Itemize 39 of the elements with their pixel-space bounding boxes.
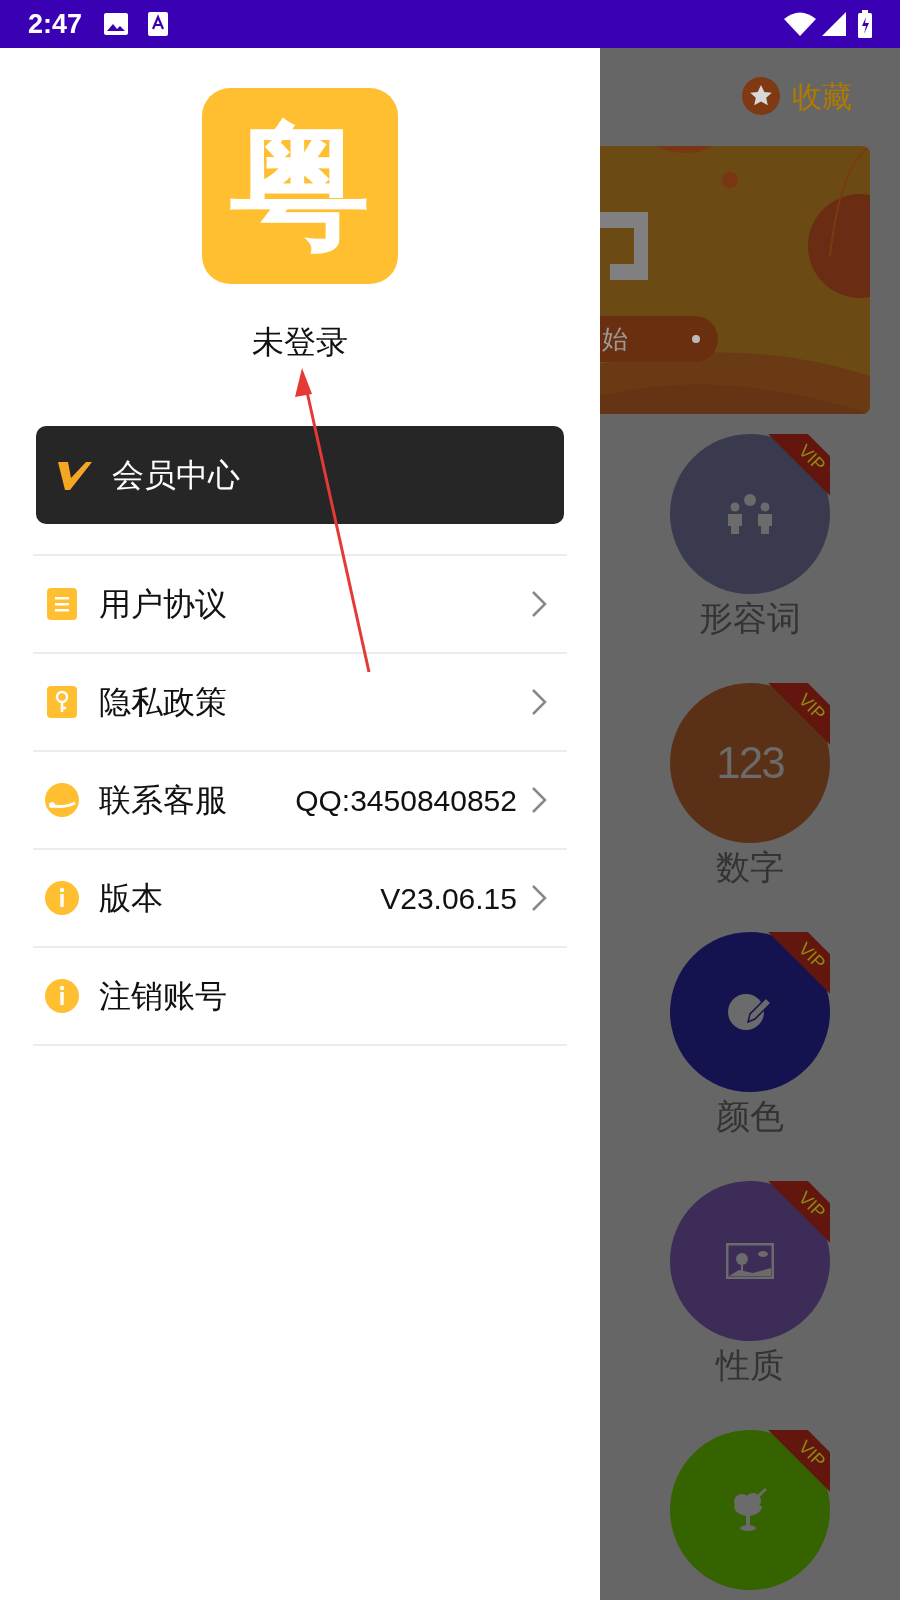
info-icon <box>45 881 79 915</box>
key-icon <box>47 686 77 718</box>
vip-ribbon: VIP <box>768 434 830 496</box>
people-talking-icon <box>726 494 774 534</box>
document-icon <box>47 588 77 620</box>
wifi-icon <box>784 12 816 36</box>
menu-item-label: 用户协议 <box>99 585 227 624</box>
vip-ribbon: VIP <box>768 683 830 745</box>
battery-icon <box>858 10 872 38</box>
image-notification-icon <box>104 13 129 35</box>
menu-item-label: 隐私政策 <box>99 683 227 722</box>
chevron-right-icon <box>531 884 547 912</box>
status-time: 2:47 <box>28 7 83 41</box>
member-center-button[interactable]: 会员中心 <box>36 426 564 524</box>
signal-icon <box>822 12 846 36</box>
menu-item-label: 联系客服 <box>99 781 227 820</box>
vip-ribbon: VIP <box>768 932 830 994</box>
menu-item[interactable]: 联系客服 QQ:3450840852 <box>33 752 567 850</box>
headset-icon <box>45 783 79 817</box>
menu-item-value: V23.06.15 <box>380 880 517 917</box>
menu-item[interactable]: 用户协议 <box>33 556 567 654</box>
vip-ribbon: VIP <box>768 1181 830 1243</box>
menu-item-value: QQ:3450840852 <box>295 782 517 819</box>
text-notification-icon <box>148 12 169 36</box>
menu-item[interactable]: 版本 V23.06.15 <box>33 850 567 948</box>
login-status[interactable]: 未登录 <box>252 318 348 366</box>
chevron-right-icon <box>531 688 547 716</box>
menu-item-label: 版本 <box>99 879 163 918</box>
menu-item-label: 注销账号 <box>99 977 227 1016</box>
vip-ribbon: VIP <box>768 1430 830 1492</box>
start-pill[interactable]: 始 <box>600 316 718 362</box>
menu-item[interactable]: 隐私政策 <box>33 654 567 752</box>
menu-item[interactable]: 注销账号 <box>33 948 567 1046</box>
v-logo-icon <box>58 460 92 490</box>
logo-character: 粤 <box>230 116 370 256</box>
chevron-right-icon <box>531 786 547 814</box>
chevron-right-icon <box>531 590 547 618</box>
image-icon <box>726 1243 774 1279</box>
info-icon <box>45 979 79 1013</box>
